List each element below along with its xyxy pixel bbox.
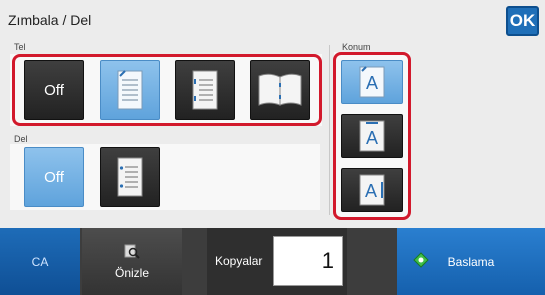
position-top-glyph: A bbox=[366, 128, 378, 148]
konum-left-button[interactable]: A bbox=[341, 60, 403, 104]
copies-label: Kopyalar bbox=[215, 254, 263, 268]
preview-label: Önizle bbox=[114, 265, 149, 280]
konum-label: Konum bbox=[342, 42, 371, 52]
position-top-icon: A bbox=[359, 120, 385, 152]
konum-right-button[interactable]: A bbox=[341, 168, 403, 212]
staple-punch-panel: Zımbala / Del OK Tel Off Del Off Konum A… bbox=[0, 0, 545, 228]
tel-label: Tel bbox=[14, 42, 26, 52]
staple-saddle-icon bbox=[258, 73, 302, 106]
konum-top-button[interactable]: A bbox=[341, 114, 403, 158]
section-divider bbox=[329, 45, 330, 215]
tel-staple-corner-button[interactable] bbox=[100, 60, 160, 120]
tel-saddle-staple-button[interactable] bbox=[250, 60, 310, 120]
punch-left-icon bbox=[117, 157, 143, 197]
position-right-glyph: A bbox=[365, 181, 377, 201]
del-off-button[interactable]: Off bbox=[24, 147, 84, 207]
ok-button[interactable]: OK bbox=[506, 6, 539, 36]
copy-settings-screen: Zımbala / Del OK Tel Off Del Off Konum A… bbox=[0, 0, 545, 295]
tel-staple-two-button[interactable] bbox=[175, 60, 235, 120]
copies-input[interactable]: 1 bbox=[273, 236, 343, 286]
staple-two-left-icon bbox=[192, 70, 218, 110]
del-off-label: Off bbox=[44, 168, 64, 186]
del-label: Del bbox=[14, 134, 28, 144]
ca-label: CA bbox=[31, 254, 49, 269]
start-label: Baslama bbox=[447, 254, 495, 269]
del-punch-button[interactable] bbox=[100, 147, 160, 207]
preview-button[interactable]: Önizle bbox=[82, 228, 182, 295]
bottom-bar: CA Önizle Kopyalar 1 Baslama bbox=[0, 228, 545, 295]
page-title: Zımbala / Del bbox=[8, 12, 92, 28]
copies-control: Kopyalar 1 bbox=[207, 228, 347, 295]
position-left-icon: A bbox=[359, 66, 385, 98]
position-right-icon: A bbox=[359, 174, 385, 206]
ca-button[interactable]: CA bbox=[0, 228, 80, 295]
start-diamond-icon bbox=[413, 252, 429, 268]
start-button[interactable]: Baslama bbox=[397, 228, 545, 295]
staple-one-corner-icon bbox=[117, 70, 143, 110]
tel-off-label: Off bbox=[44, 81, 64, 99]
preview-magnifier-icon bbox=[124, 244, 140, 259]
position-left-glyph: A bbox=[366, 73, 378, 93]
tel-off-button[interactable]: Off bbox=[24, 60, 84, 120]
